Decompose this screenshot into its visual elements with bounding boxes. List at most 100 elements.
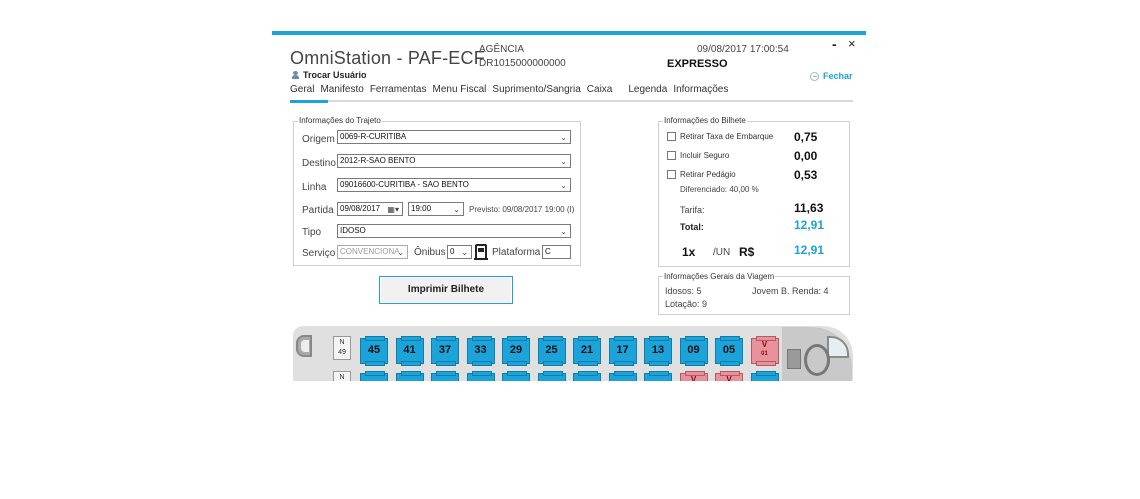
- tab-manifesto[interactable]: Manifesto: [320, 84, 363, 95]
- switch-user-label: Trocar Usuário: [303, 70, 367, 80]
- origem-select[interactable]: 0069-R-CURITIBA ⌄: [337, 130, 571, 144]
- pedagio-value: 0,53: [794, 168, 818, 182]
- tab-suprimento-sangria[interactable]: Suprimento/Sangria: [492, 84, 580, 95]
- origem-value: 0069-R-CURITIBA: [340, 132, 407, 141]
- seat-n-row2[interactable]: N: [333, 371, 351, 381]
- linha-select[interactable]: 09016600-CURITIBA - SAO BENTO ⌄: [337, 178, 571, 192]
- seat-row2-7[interactable]: [573, 371, 601, 381]
- partida-time-select[interactable]: 19:00 ⌄: [408, 202, 464, 216]
- seat-row2-3[interactable]: [431, 371, 459, 381]
- linha-value: 09016600-CURITIBA - SAO BENTO: [340, 180, 469, 189]
- tab-ferramentas[interactable]: Ferramentas: [370, 84, 427, 95]
- seat-n-row2-top: N: [339, 374, 345, 381]
- retirar-pedagio-checkbox[interactable]: [667, 170, 676, 179]
- seat-45[interactable]: 45: [360, 336, 388, 366]
- tab-geral[interactable]: Geral: [290, 84, 314, 95]
- agency-value: DR1015000000000: [479, 58, 566, 69]
- seat-n[interactable]: N 49: [333, 336, 351, 360]
- chevron-down-icon: ⌄: [461, 248, 468, 257]
- retirar-taxa-checkbox[interactable]: [667, 132, 676, 141]
- origem-label: Origem: [302, 134, 335, 145]
- retirar-taxa-label: Retirar Taxa de Embarque: [680, 132, 774, 141]
- seat-row2-4[interactable]: [466, 371, 495, 381]
- seat-13[interactable]: 13: [644, 336, 672, 366]
- partida-time-value: 19:00: [411, 204, 432, 213]
- tipo-select[interactable]: IDOSO ⌄: [337, 224, 571, 238]
- servico-value: CONVENCIONA: [340, 247, 400, 256]
- seat-29[interactable]: 29: [502, 336, 530, 366]
- lotacao-text: Lotação: 9: [665, 299, 708, 309]
- seat-label: 25: [545, 344, 558, 356]
- seat-label: 09: [687, 344, 700, 356]
- seat-33[interactable]: 33: [466, 336, 495, 366]
- total-value: 12,91: [794, 218, 825, 232]
- quantity: 1x: [682, 245, 696, 259]
- agency-label: AGÊNCIA: [479, 44, 525, 55]
- seat-21[interactable]: 21: [573, 336, 601, 366]
- ticket-info-title: Informações do Bilhete: [663, 116, 747, 125]
- unit-label: /UN: [713, 247, 731, 258]
- seat-row2-2[interactable]: [395, 371, 424, 381]
- seat-row2-6[interactable]: [537, 371, 566, 381]
- seat-label: 45: [367, 344, 381, 356]
- seat-row2-1[interactable]: [360, 371, 388, 381]
- seat-row2-11[interactable]: V: [715, 371, 743, 381]
- plataforma-label: Plataforma: [492, 247, 541, 258]
- active-tab-indicator: [290, 100, 328, 103]
- servico-label: Serviço: [302, 248, 336, 259]
- seat-17[interactable]: 17: [608, 336, 637, 366]
- partida-date-picker[interactable]: 09/08/2017 ▦▾: [337, 202, 403, 216]
- print-ticket-button[interactable]: Imprimir Bilhete: [379, 276, 513, 304]
- seat-row2-10[interactable]: V: [679, 371, 708, 381]
- seat-09[interactable]: 09: [679, 336, 708, 366]
- seat-37[interactable]: 37: [431, 336, 459, 366]
- seat-25[interactable]: 25: [537, 336, 566, 366]
- switch-user-link[interactable]: Trocar Usuário: [292, 70, 367, 80]
- tab-caixa[interactable]: Caixa: [587, 84, 613, 95]
- incluir-seguro-checkbox[interactable]: [667, 151, 676, 160]
- trip-info-title: Informações do Trajeto: [298, 116, 382, 125]
- onibus-label: Ônibus: [414, 247, 446, 258]
- datetime: 09/08/2017 17:00:54: [697, 44, 789, 55]
- destino-select[interactable]: 2012-R-SAO BENTO ⌄: [337, 154, 571, 168]
- destino-value: 2012-R-SAO BENTO: [340, 156, 416, 165]
- idosos-text: Idosos: 5: [665, 286, 702, 296]
- seat-label: 21: [580, 344, 594, 356]
- seguro-value: 0,00: [794, 149, 818, 163]
- tab-menu-fiscal[interactable]: Menu Fiscal: [433, 84, 487, 95]
- jovem-text: Jovem B. Renda: 4: [752, 286, 829, 296]
- chevron-down-icon: ⌄: [397, 248, 404, 257]
- minimize-button[interactable]: -: [832, 36, 837, 52]
- close-button[interactable]: ×: [848, 36, 856, 51]
- bus-icon[interactable]: [474, 244, 488, 260]
- seat-row2-8[interactable]: [608, 371, 637, 381]
- driver-seat: [787, 349, 801, 369]
- seat-n-top: N: [339, 339, 345, 346]
- seat-row2-5[interactable]: [502, 371, 530, 381]
- plataforma-input[interactable]: C: [542, 245, 571, 259]
- close-link-label: Fechar: [823, 71, 853, 81]
- close-link[interactable]: Fechar: [810, 71, 853, 81]
- onibus-select[interactable]: 0 ⌄: [447, 245, 472, 259]
- seat-row2-12[interactable]: [750, 371, 779, 381]
- seat-label: 37: [438, 344, 452, 356]
- seat-V01[interactable]: V 01: [750, 336, 779, 366]
- servico-select[interactable]: CONVENCIONA ⌄: [337, 245, 408, 259]
- diferenciado-text: Diferenciado: 40,00 %: [680, 185, 759, 194]
- seat-n-bottom: 49: [338, 349, 346, 356]
- seat-41[interactable]: 41: [395, 336, 424, 366]
- final-value: 12,91: [794, 243, 825, 257]
- company-name: EXPRESSO: [667, 58, 728, 70]
- currency: R$: [739, 245, 755, 259]
- seat-05[interactable]: 05: [715, 336, 743, 366]
- total-label: Total:: [680, 222, 704, 232]
- chevron-down-icon: ⌄: [560, 181, 567, 190]
- tarifa-value: 11,63: [794, 201, 824, 215]
- chevron-down-icon: ⌄: [560, 157, 567, 166]
- tab-legenda[interactable]: Legenda: [628, 84, 667, 95]
- seat-label: 13: [651, 344, 665, 356]
- seat-sublabel: 01: [761, 351, 768, 357]
- minus-circle-icon: [810, 71, 819, 81]
- seat-row2-9[interactable]: [644, 371, 672, 381]
- tab-informacoes[interactable]: Informações: [673, 84, 728, 95]
